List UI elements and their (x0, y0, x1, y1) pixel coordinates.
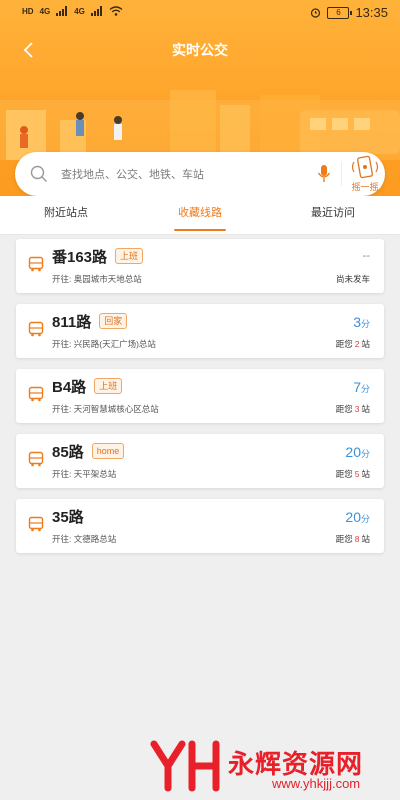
route-name: 85路 home (52, 441, 125, 462)
eta: 20分 (345, 444, 370, 460)
stops-away: 距您 8 站 (336, 533, 370, 545)
route-tag: 上班 (94, 378, 123, 394)
destination-prefix: 开往: (52, 404, 72, 414)
route-card[interactable]: B4路 上班 开往: 天河智慧城核心区总站 7分 距您 3 站 (16, 369, 384, 423)
eta: 7分 (353, 379, 370, 395)
watermark-url: www.yhkjjj.com (272, 776, 361, 791)
net1-indicator: 4G (39, 6, 51, 16)
eta-unit: 分 (360, 384, 370, 394)
status-bar: HD 4G 4G 6 13:35 (0, 0, 400, 28)
route-number: 番163路 (52, 249, 108, 266)
bus-icon (28, 321, 44, 337)
distance-suffix: 站 (361, 469, 370, 479)
stops-count: 5 (354, 469, 360, 479)
eta-value: 3 (353, 314, 361, 330)
destination-name: 天河智慧城核心区总站 (73, 404, 159, 414)
route-tag: home (91, 443, 125, 459)
route-number: 35路 (52, 509, 84, 526)
shake-phone-icon (351, 155, 379, 179)
route-tag: 上班 (115, 248, 144, 264)
watermark: 永辉资源网 www.yhkjjj.com (150, 738, 390, 794)
wifi-icon (109, 6, 123, 16)
tab-recent-visits[interactable]: 最近访问 (303, 196, 363, 234)
route-list: 番163路 上班 开往: 奥园城市天地总站 -- 尚未发车 811路 回家 开往: … (16, 239, 384, 564)
search-input[interactable] (59, 164, 303, 186)
stops-away: 距您 5 站 (336, 468, 370, 480)
watermark-logo (150, 740, 220, 792)
bus-icon (28, 386, 44, 402)
clock: 13:35 (355, 5, 388, 20)
alarm-icon (311, 8, 321, 18)
distance-suffix: 站 (361, 404, 370, 414)
route-name: 35路 (52, 506, 84, 527)
sim1-indicator: HD (22, 6, 34, 16)
distance-suffix: 站 (361, 534, 370, 544)
destination-prefix: 开往: (52, 274, 72, 284)
route-destination: 开往: 天平架总站 (52, 468, 116, 480)
eta-value: 7 (353, 379, 361, 395)
destination-prefix: 开往: (52, 534, 72, 544)
route-name: B4路 上班 (52, 376, 123, 397)
eta: 3分 (353, 314, 370, 330)
stops-count: 8 (354, 534, 360, 544)
tab-bar: 附近站点 收藏线路 最近访问 (0, 196, 400, 235)
destination-name: 天平架总站 (73, 469, 117, 479)
eta-value: 20 (345, 509, 361, 525)
battery-icon: 6 (327, 6, 353, 19)
route-number: B4路 (52, 379, 87, 396)
divider (341, 162, 342, 186)
route-number: 85路 (52, 444, 84, 461)
signal-icon (90, 6, 102, 16)
search-icon (30, 165, 47, 182)
distance-suffix: 站 (361, 339, 370, 349)
distance-prefix: 距您 (335, 534, 353, 544)
stops-count: 3 (354, 404, 360, 414)
city-illustration (0, 90, 400, 160)
tab-favorite-routes[interactable]: 收藏线路 (174, 196, 226, 234)
distance-prefix: 距您 (335, 469, 353, 479)
distance-prefix: 距您 (335, 339, 353, 349)
destination-prefix: 开往: (52, 339, 72, 349)
destination-name: 奥园城市天地总站 (73, 274, 142, 284)
bus-icon (28, 451, 44, 467)
eta-unit: 分 (360, 319, 370, 329)
route-number: 811路 (52, 314, 92, 331)
route-destination: 开往: 天河智慧城核心区总站 (52, 403, 159, 415)
microphone-icon[interactable] (316, 163, 332, 185)
stops-count: 2 (354, 339, 360, 349)
eta: 20分 (345, 509, 370, 525)
eta-unit: 分 (360, 514, 370, 524)
route-card[interactable]: 811路 回家 开往: 兴民路(天汇广场)总站 3分 距您 2 站 (16, 304, 384, 358)
route-card[interactable]: 番163路 上班 开往: 奥园城市天地总站 -- 尚未发车 (16, 239, 384, 293)
destination-name: 兴民路(天汇广场)总站 (73, 339, 156, 349)
route-tag: 回家 (99, 313, 128, 329)
eta-value: 20 (345, 444, 361, 460)
destination-prefix: 开往: (52, 469, 72, 479)
eta-value: -- (362, 250, 370, 262)
bus-icon (28, 256, 44, 272)
distance-prefix: 距您 (335, 404, 353, 414)
stops-away: 距您 2 站 (336, 338, 370, 350)
page-title: 实时公交 (172, 42, 228, 58)
search-bar[interactable]: 摇一摇 (15, 152, 385, 196)
bus-icon (28, 516, 44, 532)
eta-unit: 分 (360, 449, 370, 459)
route-destination: 开往: 兴民路(天汇广场)总站 (52, 338, 156, 350)
stops-away: 距您 3 站 (336, 403, 370, 415)
net2-indicator: 4G (74, 6, 85, 16)
route-name: 番163路 上班 (52, 246, 144, 267)
destination-name: 文德路总站 (73, 534, 117, 544)
tab-nearby-stops[interactable]: 附近站点 (35, 196, 97, 234)
shake-label: 摇一摇 (351, 182, 379, 192)
route-destination: 开往: 奥园城市天地总站 (52, 273, 142, 285)
route-name: 811路 回家 (52, 311, 128, 332)
route-card[interactable]: 35路 开往: 文德路总站 20分 距您 8 站 (16, 499, 384, 553)
signal-icon (56, 6, 68, 16)
route-card[interactable]: 85路 home 开往: 天平架总站 20分 距您 5 站 (16, 434, 384, 488)
route-status: 尚未发车 (335, 274, 370, 284)
shake-button[interactable]: 摇一摇 (347, 152, 383, 196)
route-destination: 开往: 文德路总站 (52, 533, 116, 545)
